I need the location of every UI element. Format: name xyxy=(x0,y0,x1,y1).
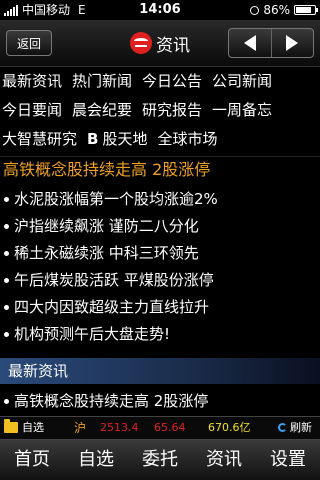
title-bar: 返回 资讯 xyxy=(0,20,320,67)
arrow-right-icon xyxy=(286,35,299,51)
category-link[interactable]: 今日要闻 xyxy=(2,99,62,120)
category-link[interactable]: 最新资讯 xyxy=(2,70,62,91)
tab-settings[interactable]: 设置 xyxy=(256,440,320,480)
tab-favorites[interactable]: 自选 xyxy=(64,440,128,480)
category-link[interactable]: 一周备忘 xyxy=(212,99,272,120)
tab-home[interactable]: 首页 xyxy=(0,440,64,480)
news-title: 水泥股涨幅第一个股均涨逾2% xyxy=(14,190,218,208)
bullet-icon xyxy=(4,224,9,229)
turnover-amount: 670.6亿 xyxy=(208,421,251,434)
news-list: 水泥股涨幅第一个股均涨逾2% 沪指继续飙涨 谨防二八分化 稀土永磁续涨 中科三环… xyxy=(0,186,320,348)
category-link[interactable]: 公司新闻 xyxy=(212,70,272,91)
category-link[interactable]: 研究报告 xyxy=(142,99,202,120)
category-link[interactable]: 大智慧研究 xyxy=(2,128,77,149)
network-type: E xyxy=(78,3,86,17)
index-change: 65.64 xyxy=(154,421,186,434)
headline-link[interactable]: 高铁概念股持续走高 2股涨停 xyxy=(0,156,320,182)
news-item[interactable]: 稀土永磁续涨 中科三环领先 xyxy=(0,240,320,267)
tab-news[interactable]: 资讯 xyxy=(192,440,256,480)
category-link[interactable]: B xyxy=(87,130,98,148)
category-grid: 最新资讯 热门新闻 今日公告 公司新闻 今日要闻 晨会纪要 研究报告 一周备忘 … xyxy=(0,66,320,153)
tab-bar: 首页 自选 委托 资讯 设置 xyxy=(0,440,320,480)
status-right: 86% xyxy=(250,0,318,20)
alarm-clock-icon xyxy=(250,5,260,15)
news-title: 四大内因致超级主力直线拉升 xyxy=(14,298,210,316)
news-item[interactable]: 沪指继续飙涨 谨防二八分化 xyxy=(0,213,320,240)
news-item[interactable]: 午后煤炭股活跃 平煤股份涨停 xyxy=(0,267,320,294)
signal-icon xyxy=(4,4,18,16)
tab-trade[interactable]: 委托 xyxy=(128,440,192,480)
category-link[interactable]: 全球市场 xyxy=(157,128,217,149)
favorites-button[interactable]: 自选 xyxy=(22,417,44,439)
prev-button[interactable] xyxy=(229,29,271,57)
bullet-icon xyxy=(4,305,9,310)
news-item[interactable]: 高铁概念股持续走高 2股涨停 xyxy=(0,388,320,415)
category-link[interactable]: 晨会纪要 xyxy=(72,99,132,120)
carrier-name: 中国移动 xyxy=(22,3,71,17)
next-button[interactable] xyxy=(270,29,314,57)
index-value: 2513.4 xyxy=(100,421,139,434)
arrow-left-icon xyxy=(243,35,256,51)
bullet-icon xyxy=(4,197,9,202)
news-logo-icon xyxy=(130,32,152,54)
bullet-icon xyxy=(4,278,9,283)
news-title: 机构预测午后大盘走势! xyxy=(14,325,171,343)
market-ticker: 自选 沪 2513.4 65.64 670.6亿 刷新 xyxy=(0,416,320,440)
category-row: 最新资讯 热门新闻 今日公告 公司新闻 xyxy=(0,66,320,95)
category-link[interactable]: 热门新闻 xyxy=(72,70,132,91)
news-item[interactable]: 四大内因致超级主力直线拉升 xyxy=(0,294,320,321)
category-row: 大智慧研究 B 股天地 全球市场 xyxy=(0,124,320,153)
latest-list: 高铁概念股持续走高 2股涨停 xyxy=(0,388,320,415)
news-title: 沪指继续飙涨 谨防二八分化 xyxy=(14,217,199,235)
page-title: 资讯 xyxy=(156,35,190,56)
refresh-button[interactable]: 刷新 xyxy=(290,417,312,439)
category-link[interactable]: 股天地 xyxy=(102,128,147,149)
status-left: 中国移动 E xyxy=(4,0,86,20)
status-bar: 中国移动 E 14:06 86% xyxy=(0,0,320,20)
battery-icon xyxy=(294,5,318,15)
back-button[interactable]: 返回 xyxy=(6,30,52,56)
news-title: 午后煤炭股活跃 平煤股份涨停 xyxy=(14,271,214,289)
news-title: 稀土永磁续涨 中科三环领先 xyxy=(14,244,199,262)
bullet-icon xyxy=(4,332,9,337)
news-title: 高铁概念股持续走高 2股涨停 xyxy=(14,392,209,410)
section-header: 最新资讯 xyxy=(0,358,320,384)
bullet-icon xyxy=(4,399,9,404)
page-nav xyxy=(228,28,314,58)
news-item[interactable]: 水泥股涨幅第一个股均涨逾2% xyxy=(0,186,320,213)
bullet-icon xyxy=(4,251,9,256)
market-label: 沪 xyxy=(74,421,87,435)
folder-icon[interactable] xyxy=(4,419,18,433)
category-link[interactable]: 今日公告 xyxy=(142,70,202,91)
category-row: 今日要闻 晨会纪要 研究报告 一周备忘 xyxy=(0,95,320,124)
refresh-icon[interactable] xyxy=(278,423,287,432)
news-item[interactable]: 机构预测午后大盘走势! xyxy=(0,321,320,348)
battery-percent: 86% xyxy=(263,3,290,17)
